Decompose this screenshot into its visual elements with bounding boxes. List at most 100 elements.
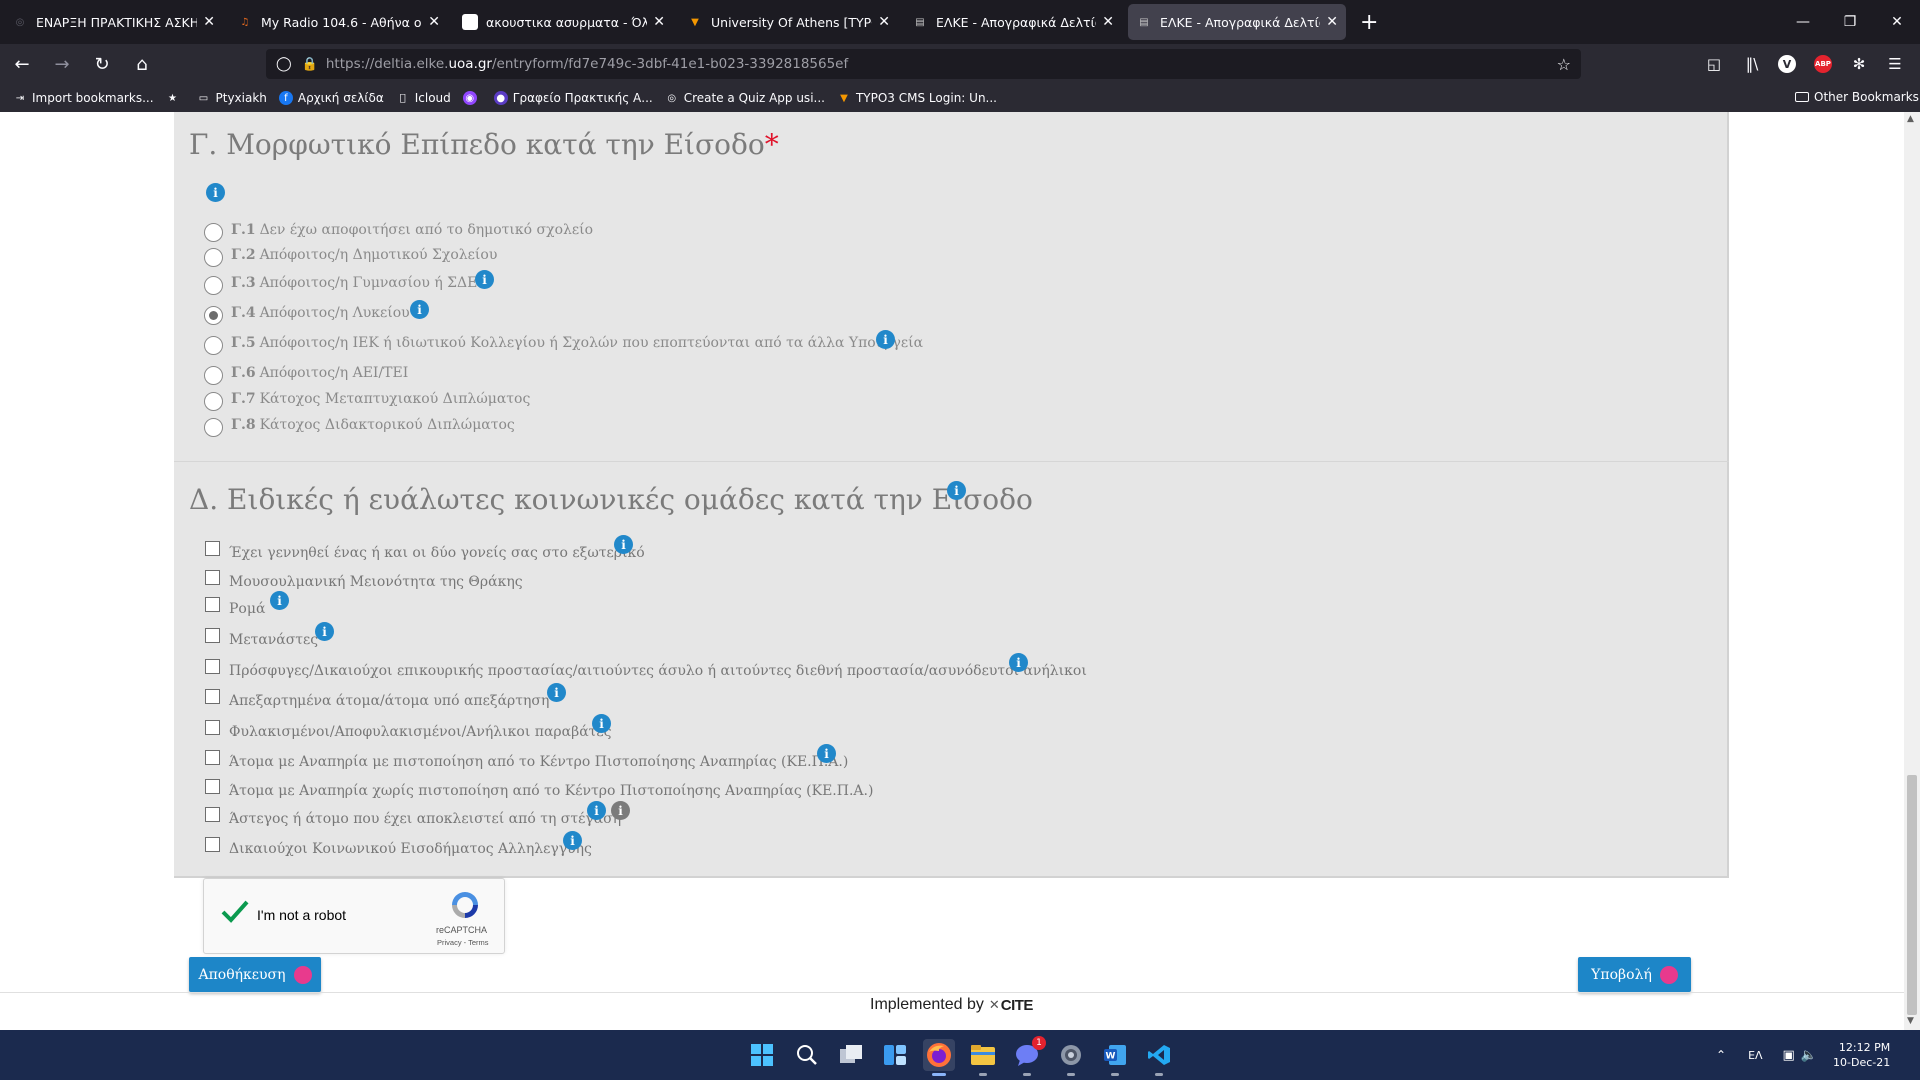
info-icon[interactable]: i xyxy=(547,683,566,702)
bookmark-item[interactable]: ◎ Create a Quiz App usi... xyxy=(665,91,825,105)
scroll-down-icon[interactable]: ▼ xyxy=(1907,1016,1914,1026)
widgets-icon[interactable] xyxy=(879,1039,911,1071)
checkbox-option-d8[interactable] xyxy=(205,750,220,765)
save-button[interactable]: Αποθήκευση xyxy=(189,957,321,992)
info-icon[interactable]: i xyxy=(475,270,494,289)
input-language[interactable]: ΕΛ xyxy=(1748,1049,1762,1062)
recaptcha-terms-link[interactable]: Privacy - Terms xyxy=(437,938,489,947)
url-bar[interactable]: ◯ 🔒 https://deltia.elke. uoa.gr/entryform… xyxy=(266,49,1581,79)
checkbox-option-d10[interactable] xyxy=(205,807,220,822)
checkbox-option-d5[interactable] xyxy=(205,659,220,674)
lock-icon[interactable]: 🔒 xyxy=(302,57,318,72)
info-icon[interactable]: i xyxy=(563,831,582,850)
page-scrollbar[interactable]: ▲ ▼ xyxy=(1904,112,1920,1030)
info-icon[interactable]: i xyxy=(1009,653,1028,672)
firefox-icon[interactable] xyxy=(923,1039,955,1076)
chevron-up-icon[interactable]: ⌃ xyxy=(1716,1048,1726,1062)
radio-option-g2[interactable] xyxy=(204,248,223,267)
search-icon[interactable] xyxy=(791,1039,823,1071)
info-icon[interactable]: i xyxy=(315,622,334,641)
vpn-extension-icon[interactable]: V xyxy=(1773,50,1801,78)
radio-option-g6[interactable] xyxy=(204,366,223,385)
info-icon[interactable]: i xyxy=(270,591,289,610)
radio-option-g8[interactable] xyxy=(204,418,223,437)
submit-button[interactable]: Υποβολή xyxy=(1578,957,1691,992)
tab-4[interactable]: ▼ University Of Athens [TYPO3 CMS ✕ xyxy=(679,4,898,40)
bookmark-item[interactable]: ★ xyxy=(166,91,185,105)
info-icon[interactable]: i xyxy=(206,183,225,202)
checkbox-option-d7[interactable] xyxy=(205,720,220,735)
radio-option-g4[interactable] xyxy=(204,306,223,325)
tracking-shield-icon[interactable]: ◯ xyxy=(276,56,292,72)
close-tab-icon[interactable]: ✕ xyxy=(878,14,890,30)
bookmark-item[interactable]:  Icloud xyxy=(396,91,451,105)
extension-react-icon[interactable]: ✻ xyxy=(1845,50,1873,78)
tab-3[interactable]: ▣ ακουστικα ασυρματα - Όλες οι ✕ xyxy=(454,4,673,40)
info-icon[interactable]: i xyxy=(587,801,606,820)
home-icon[interactable]: ⌂ xyxy=(124,48,160,80)
bookmark-item[interactable]: ▼ TYPO3 CMS Login: Un... xyxy=(837,91,997,105)
scroll-up-icon[interactable]: ▲ xyxy=(1907,114,1914,124)
info-icon-secondary[interactable]: i xyxy=(611,801,630,820)
bookmark-item[interactable]: ▭ Ptyxiakh xyxy=(197,91,267,105)
radio-option-g5[interactable] xyxy=(204,336,223,355)
close-tab-icon[interactable]: ✕ xyxy=(428,14,440,30)
checkbox-option-d2[interactable] xyxy=(205,570,220,585)
minimize-icon[interactable]: — xyxy=(1780,0,1826,44)
new-tab-icon[interactable]: + xyxy=(1360,10,1378,35)
windows-start-icon[interactable] xyxy=(746,1039,778,1071)
cite-logo-icon[interactable]: ✕ CITE xyxy=(989,997,1034,1014)
radio-option-g7[interactable] xyxy=(204,392,223,411)
bookmark-item[interactable]: ◉ xyxy=(462,91,482,105)
volume-icon[interactable]: 🔈 xyxy=(1801,1048,1817,1063)
info-icon[interactable]: i xyxy=(876,330,895,349)
bookmark-item[interactable]: f Αρχική σελίδα xyxy=(278,91,384,105)
checkbox-option-d4[interactable] xyxy=(205,628,220,643)
close-tab-icon[interactable]: ✕ xyxy=(1102,14,1114,30)
radio-option-g1[interactable] xyxy=(204,223,223,242)
radio-label: Γ.3 Απόφοιτος/η Γυμνασίου ή ΣΔΕ xyxy=(231,275,477,291)
vscode-icon[interactable] xyxy=(1143,1039,1175,1076)
info-icon[interactable]: i xyxy=(410,300,429,319)
close-tab-icon[interactable]: ✕ xyxy=(1326,14,1338,30)
close-window-icon[interactable]: ✕ xyxy=(1874,0,1920,44)
clock[interactable]: 12:12 PM 10-Dec-21 xyxy=(1833,1040,1890,1070)
settings-icon[interactable] xyxy=(1055,1039,1087,1076)
info-icon[interactable]: i xyxy=(592,714,611,733)
tab-5[interactable]: ▤ ΕΛΚΕ - Απογραφικά Δελτία ✕ xyxy=(904,4,1122,40)
checkbox-option-d11[interactable] xyxy=(205,837,220,852)
bookmark-star-icon[interactable]: ☆ xyxy=(1557,55,1571,74)
file-explorer-icon[interactable] xyxy=(967,1039,999,1076)
back-icon[interactable]: ← xyxy=(4,48,40,80)
word-icon[interactable]: W xyxy=(1099,1039,1131,1076)
adblock-plus-icon[interactable]: ABP xyxy=(1809,50,1837,78)
close-tab-icon[interactable]: ✕ xyxy=(203,14,215,30)
checkbox-option-d9[interactable] xyxy=(205,779,220,794)
pocket-icon[interactable]: ◱ xyxy=(1700,50,1728,78)
scrollbar-thumb[interactable] xyxy=(1907,775,1917,1015)
library-icon[interactable]: ‖\ xyxy=(1738,50,1766,78)
checkbox-option-d3[interactable] xyxy=(205,597,220,612)
info-icon[interactable]: i xyxy=(947,481,966,500)
reload-icon[interactable]: ↻ xyxy=(84,48,120,80)
radio-option-g3[interactable] xyxy=(204,276,223,295)
network-icon[interactable]: ▣ xyxy=(1783,1048,1795,1063)
menu-icon[interactable]: ☰ xyxy=(1881,50,1909,78)
checkbox-option-d6[interactable] xyxy=(205,689,220,704)
tab-6[interactable]: ▤ ΕΛΚΕ - Απογραφικά Δελτία ✕ xyxy=(1128,4,1346,40)
bookmark-item[interactable]: ● Γραφείο Πρακτικής Α... xyxy=(493,91,653,105)
other-bookmarks[interactable]: Other Bookmarks xyxy=(1795,90,1919,104)
task-view-icon[interactable] xyxy=(835,1039,867,1071)
bookmark-item[interactable]: ⇥ Import bookmarks... xyxy=(13,91,154,105)
forward-icon[interactable]: → xyxy=(44,48,80,80)
info-icon[interactable]: i xyxy=(817,744,836,763)
close-tab-icon[interactable]: ✕ xyxy=(653,14,665,30)
restore-icon[interactable]: ❐ xyxy=(1827,0,1873,44)
bookmark-label: Icloud xyxy=(414,91,451,105)
chat-icon[interactable]: 1 xyxy=(1011,1036,1046,1076)
checkbox-option-d1[interactable] xyxy=(205,541,220,556)
info-icon[interactable]: i xyxy=(614,535,633,554)
recaptcha-checkmark-icon[interactable] xyxy=(220,897,250,927)
tab-2[interactable]: ♫ My Radio 104.6 - Αθήνα on LIVE ✕ xyxy=(229,4,448,40)
tab-1[interactable]: ◎ ΕΝΑΡΞΗ ΠΡΑΚΤΙΚΗΣ ΑΣΚΗΣΗΣ ✕ xyxy=(4,4,223,40)
